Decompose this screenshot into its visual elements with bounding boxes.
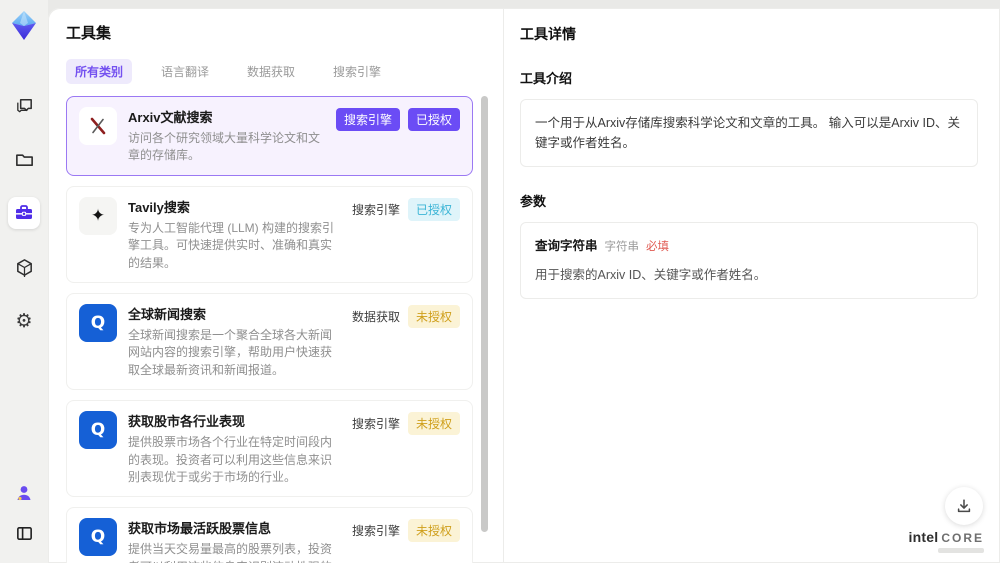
download-button[interactable] [945,487,983,525]
category-label: 搜索引擎 [351,417,400,432]
app-logo[interactable] [9,10,39,47]
category-label: 搜索引擎 [351,524,400,539]
tool-details-pane: 工具详情 工具介绍 一个用于从Arxiv存储库搜索科学论文和文章的工具。 输入可… [504,8,1000,563]
toolbox-icon-active[interactable] [8,197,40,229]
tool-name: 全球新闻搜索 [128,306,207,322]
tool-name: Arxiv文献搜索 [128,110,213,125]
intro-box: 一个用于从Arxiv存储库搜索科学论文和文章的工具。 输入可以是Arxiv ID… [520,99,978,167]
intro-heading: 工具介绍 [520,71,573,86]
scrollbar-thumb[interactable] [481,96,488,532]
cube-icon[interactable] [8,251,40,283]
auth-badge: 未授权 [407,412,460,436]
tool-card-tavily[interactable]: ✦ Tavily搜索 专为人工智能代理 (LLM) 构建的搜索引擎工具。可快速提… [66,185,473,283]
auth-badge: 已授权 [407,197,460,221]
download-icon [957,499,971,513]
folder-icon[interactable] [8,143,40,175]
category-tabs: 所有类别 语言翻译 数据获取 搜索引擎 [66,59,473,84]
rail-bottom [8,477,40,549]
tab-search-engine[interactable]: 搜索引擎 [324,59,390,84]
tool-desc: 提供股票市场各个行业在特定时间段内的表现。投资者可以利用这些信息来识别表现优于或… [128,435,333,484]
param-box: 查询字符串 字符串 必填 用于搜索的Arxiv ID、关键字或作者姓名。 [520,222,978,300]
tools-list-pane: 工具集 所有类别 语言翻译 数据获取 搜索引擎 Arxiv文献搜索 访问各个研究… [48,8,504,563]
tool-card-stock-sectors[interactable]: Q 获取股市各行业表现 提供股票市场各个行业在特定时间段内的表现。投资者可以利用… [66,400,473,498]
tool-card-global-news[interactable]: Q 全球新闻搜索 全球新闻搜索是一个聚合全球各大新闻网站内容的搜索引擎，帮助用户… [66,292,473,391]
param-required-flag: 必填 [646,241,670,253]
tab-data-fetch[interactable]: 数据获取 [238,59,304,84]
tool-card-active-stocks[interactable]: Q 获取市场最活跃股票信息 提供当天交易量最高的股票列表，投资者可以利用这些信息… [66,507,473,563]
panel-toggle-icon[interactable] [8,517,40,549]
chat-icon[interactable] [8,89,40,121]
params-heading: 参数 [520,194,547,209]
category-badge: 搜索引擎 [335,108,400,131]
tool-list: Arxiv文献搜索 访问各个研究领域大量科学论文和文章的存储库。 搜索引擎 已授… [66,96,473,563]
auth-badge: 未授权 [407,519,460,543]
details-title: 工具详情 [520,26,576,42]
news-search-icon: Q [79,303,117,342]
page-title: 工具集 [66,25,112,42]
active-stock-icon: Q [79,518,117,557]
tool-desc: 访问各个研究领域大量科学论文和文章的存储库。 [128,131,321,163]
left-rail: ⚙ [0,0,48,563]
category-label: 搜索引擎 [351,202,400,217]
tab-all-categories[interactable]: 所有类别 [66,59,133,84]
rail-nav: ⚙ [8,89,40,337]
list-scrollbar[interactable] [481,90,488,553]
tool-desc: 专为人工智能代理 (LLM) 构建的搜索引擎工具。可快速提供实时、准确和真实的结… [128,220,335,270]
gear-icon[interactable]: ⚙ [8,305,40,337]
intel-core-logo: intel CORE [909,530,984,553]
tab-translation[interactable]: 语言翻译 [152,59,218,84]
tool-name: 获取市场最活跃股票信息 [128,521,272,537]
tavily-star-icon: ✦ [79,196,117,235]
param-name: 查询字符串 [535,239,598,253]
category-label: 数据获取 [351,309,400,324]
avatar-icon[interactable] [8,477,40,509]
auth-badge: 已授权 [407,108,460,131]
brand-accent-bar [938,548,984,553]
arxiv-icon [79,107,117,145]
main-surface: 工具集 所有类别 语言翻译 数据获取 搜索引擎 Arxiv文献搜索 访问各个研究… [48,8,1000,563]
param-type: 字符串 [604,241,640,253]
param-desc: 用于搜索的Arxiv ID、关键字或作者姓名。 [535,268,767,283]
tool-desc: 提供当天交易量最高的股票列表，投资者可以利用这些信息来识别流动性强的股票和潜在的… [128,542,333,563]
tool-card-arxiv[interactable]: Arxiv文献搜索 访问各个研究领域大量科学论文和文章的存储库。 搜索引擎 已授… [66,96,473,176]
tool-name: 获取股市各行业表现 [128,414,246,430]
tool-desc: 全球新闻搜索是一个聚合全球各大新闻网站内容的搜索引擎，帮助用户快速获取全球最新资… [128,327,333,377]
stock-sector-icon: Q [79,411,117,450]
tool-name: Tavily搜索 [128,199,190,215]
auth-badge: 未授权 [407,304,460,328]
